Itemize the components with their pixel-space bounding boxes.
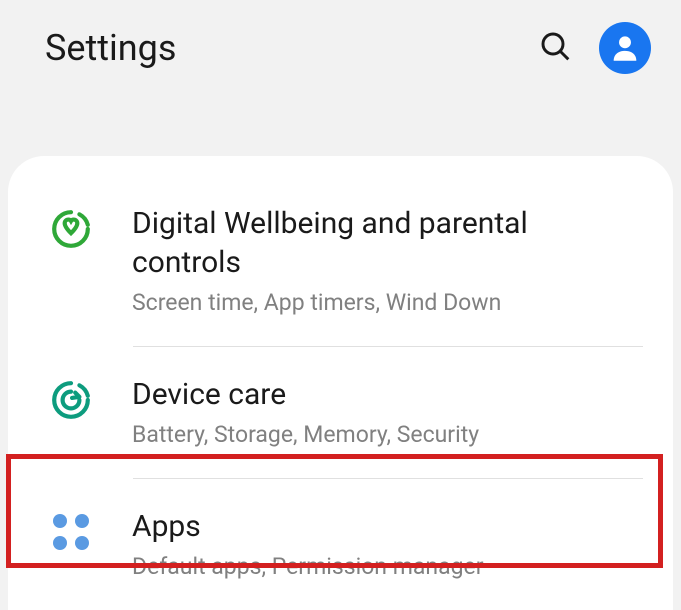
wellbeing-icon xyxy=(50,208,92,250)
header-actions xyxy=(539,22,651,74)
item-text: Apps Default apps, Permission manager xyxy=(132,507,643,582)
item-title: Digital Wellbeing and parental controls xyxy=(132,204,643,282)
apps-icon xyxy=(50,511,92,553)
settings-header: Settings xyxy=(0,0,681,96)
search-icon[interactable] xyxy=(539,30,571,66)
item-subtitle: Default apps, Permission manager xyxy=(132,552,643,582)
item-title: Apps xyxy=(132,507,643,546)
item-text: Digital Wellbeing and parental controls … xyxy=(132,204,643,318)
account-avatar[interactable] xyxy=(599,22,651,74)
page-title: Settings xyxy=(45,27,176,69)
item-text: Device care Battery, Storage, Memory, Se… xyxy=(132,375,643,450)
item-title: Device care xyxy=(132,375,643,414)
item-subtitle: Screen time, App timers, Wind Down xyxy=(132,288,643,318)
settings-item-apps[interactable]: Apps Default apps, Permission manager xyxy=(8,479,673,610)
device-care-icon xyxy=(50,379,92,421)
settings-card: Digital Wellbeing and parental controls … xyxy=(8,156,673,610)
item-subtitle: Battery, Storage, Memory, Security xyxy=(132,420,643,450)
settings-item-device-care[interactable]: Device care Battery, Storage, Memory, Se… xyxy=(8,347,673,478)
settings-item-digital-wellbeing[interactable]: Digital Wellbeing and parental controls … xyxy=(8,176,673,346)
